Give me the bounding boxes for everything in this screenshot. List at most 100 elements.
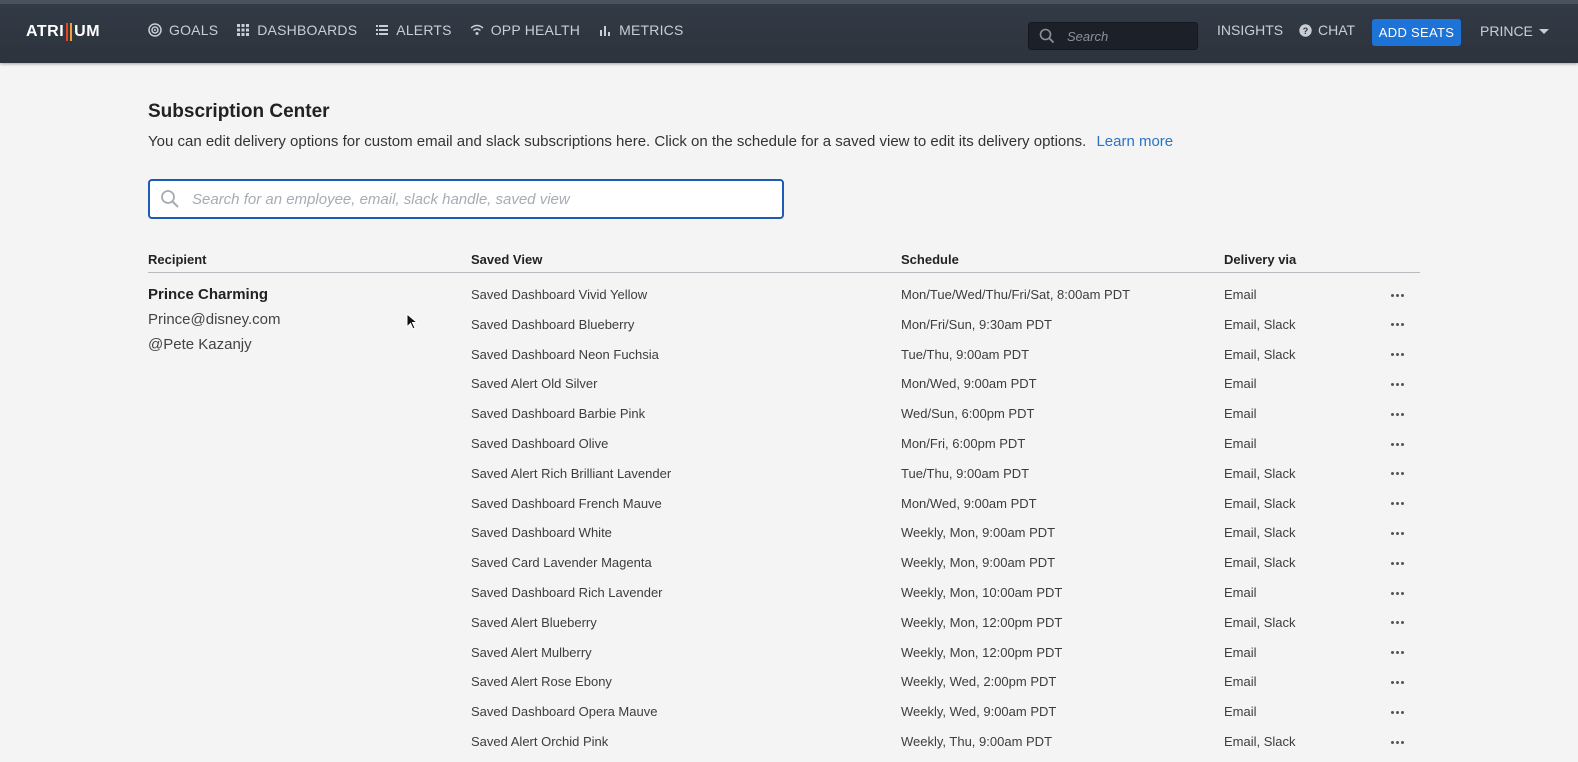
- saved-view-name: Saved Dashboard French Mauve: [471, 495, 662, 511]
- svg-text:?: ?: [1303, 26, 1309, 36]
- nav-dashboards[interactable]: DASHBOARDS: [236, 22, 357, 38]
- more-options-icon[interactable]: [1389, 408, 1405, 420]
- help-circle-icon: ?: [1299, 23, 1312, 37]
- table-row: Saved Dashboard Neon Fuchsia Tue/Thu, 9:0…: [0, 340, 1578, 370]
- schedule-link[interactable]: Mon/Wed, 9:00am PDT: [901, 496, 1037, 511]
- delivery-channels: Email: [1224, 406, 1257, 422]
- logo-text-right: UM: [74, 23, 101, 40]
- table-row: Saved Dashboard Vivid Yellow Mon/Tue/Wed/…: [0, 280, 1578, 310]
- nav-chat-label: CHAT: [1318, 22, 1356, 38]
- nav-metrics[interactable]: METRICS: [598, 22, 683, 38]
- delivery-channels: Email: [1224, 436, 1257, 451]
- saved-view-name: Saved Dashboard Olive: [471, 436, 609, 451]
- more-options-icon[interactable]: [1389, 289, 1405, 301]
- global-search[interactable]: [1028, 22, 1198, 50]
- saved-view-name: Saved Dashboard Blueberry: [471, 316, 635, 332]
- nav-goals-label: GOALS: [169, 22, 219, 38]
- bar-chart-icon: [600, 26, 611, 36]
- more-options-icon[interactable]: [1389, 498, 1405, 510]
- nav-dashboards-label: DASHBOARDS: [257, 22, 358, 38]
- more-options-icon[interactable]: [1389, 706, 1405, 718]
- table-row: Saved Dashboard Barbie Pink Wed/Sun, 6:00…: [0, 399, 1578, 429]
- top-navbar: ATRI UM GOALS DASHBOARDS ALERTS OPP HEAL…: [0, 0, 1578, 63]
- delivery-channels: Email, Slack: [1224, 495, 1296, 511]
- subscription-search-input[interactable]: [190, 189, 750, 209]
- saved-view-name: Saved Dashboard White: [471, 525, 612, 541]
- schedule-link[interactable]: Mon/Tue/Wed/Thu/Fri/Sat, 8:00am PDT: [901, 287, 1130, 302]
- search-icon: [1039, 28, 1055, 44]
- delivery-channels: Email, Slack: [1224, 346, 1296, 362]
- more-options-icon[interactable]: [1389, 349, 1405, 361]
- nav-alerts[interactable]: ALERTS: [375, 22, 452, 38]
- atrium-logo[interactable]: ATRI UM: [26, 23, 100, 41]
- saved-view-name: Saved Alert Old Silver: [471, 376, 598, 392]
- more-options-icon[interactable]: [1389, 587, 1405, 599]
- nav-opp-health-label: OPP HEALTH: [490, 22, 581, 38]
- table-row: Saved Dashboard Rich Lavender Weekly, Mon…: [0, 578, 1578, 608]
- schedule-link[interactable]: Wed/Sun, 6:00pm PDT: [901, 406, 1034, 421]
- schedule-link[interactable]: Mon/Wed, 9:00am PDT: [901, 376, 1037, 391]
- schedule-link[interactable]: Weekly, Mon, 12:00pm PDT: [901, 615, 1062, 630]
- schedule-link[interactable]: Mon/Fri, 6:00pm PDT: [901, 436, 1025, 451]
- search-icon: [161, 190, 179, 208]
- schedule-link[interactable]: Weekly, Mon, 9:00am PDT: [901, 525, 1055, 540]
- nav-alerts-label: ALERTS: [396, 22, 452, 38]
- schedule-link[interactable]: Mon/Fri/Sun, 9:30am PDT: [901, 317, 1052, 332]
- schedule-link[interactable]: Tue/Thu, 9:00am PDT: [901, 347, 1029, 362]
- schedule-link[interactable]: Weekly, Thu, 9:00am PDT: [901, 734, 1052, 749]
- logo-text-left: ATRI: [26, 23, 65, 40]
- more-options-icon[interactable]: [1389, 676, 1405, 688]
- subtitle-text: You can edit delivery options for custom…: [148, 133, 1087, 150]
- add-seats-button[interactable]: ADD SEATS: [1372, 19, 1461, 46]
- header-schedule: Schedule: [901, 252, 959, 267]
- schedule-link[interactable]: Weekly, Mon, 12:00pm PDT: [901, 645, 1062, 660]
- schedule-link[interactable]: Weekly, Mon, 10:00am PDT: [901, 585, 1062, 600]
- more-options-icon[interactable]: [1389, 527, 1405, 539]
- page-title: Subscription Center: [148, 101, 330, 122]
- saved-view-name: Saved Dashboard Neon Fuchsia: [471, 346, 659, 362]
- nav-insights[interactable]: INSIGHTS: [1217, 22, 1283, 38]
- more-options-icon[interactable]: [1389, 617, 1405, 629]
- table-row: Saved Dashboard Olive Mon/Fri, 6:00pm PDT…: [0, 429, 1578, 459]
- table-row: Saved Alert Old Silver Mon/Wed, 9:00am PD…: [0, 369, 1578, 399]
- delivery-channels: Email, Slack: [1224, 465, 1296, 481]
- table-row: Saved Alert Orchid Pink Weekly, Thu, 9:00…: [0, 727, 1578, 757]
- delivery-channels: Email: [1224, 585, 1257, 600]
- nav-goals[interactable]: GOALS: [148, 22, 218, 38]
- delivery-channels: Email, Slack: [1224, 555, 1296, 571]
- schedule-link[interactable]: Weekly, Wed, 2:00pm PDT: [901, 674, 1056, 689]
- global-search-input[interactable]: [1065, 27, 1175, 45]
- more-options-icon[interactable]: [1389, 557, 1405, 569]
- more-options-icon[interactable]: [1389, 319, 1405, 331]
- table-row: Saved Dashboard Opera Mauve Weekly, Wed, …: [0, 697, 1578, 727]
- main-nav: GOALS DASHBOARDS ALERTS OPP HEALTH METRI…: [148, 22, 684, 38]
- table-row: Saved Alert Mulberry Weekly, Mon, 12:00pm…: [0, 638, 1578, 668]
- more-options-icon[interactable]: [1389, 647, 1405, 659]
- saved-view-name: Saved Card Lavender Magenta: [471, 555, 652, 571]
- nav-opp-health[interactable]: OPP HEALTH: [470, 22, 580, 38]
- schedule-link[interactable]: Tue/Thu, 9:00am PDT: [901, 466, 1029, 481]
- more-options-icon[interactable]: [1389, 378, 1405, 390]
- schedule-link[interactable]: Weekly, Wed, 9:00am PDT: [901, 704, 1056, 719]
- delivery-channels: Email, Slack: [1224, 316, 1296, 332]
- more-options-icon[interactable]: [1389, 468, 1405, 480]
- page-subtitle: You can edit delivery options for custom…: [148, 133, 1173, 150]
- table-header: Recipient Saved View Schedule Delivery v…: [148, 250, 1420, 273]
- nav-chat[interactable]: ? CHAT: [1299, 22, 1355, 38]
- subscription-search[interactable]: [148, 179, 784, 219]
- table-row: Saved Alert Rose Ebony Weekly, Wed, 2:00p…: [0, 667, 1578, 697]
- user-name: PRINCE: [1480, 23, 1533, 39]
- target-icon: [148, 23, 162, 37]
- more-options-icon[interactable]: [1389, 736, 1405, 748]
- header-delivery: Delivery via: [1224, 252, 1297, 267]
- table-row: Saved Dashboard Blueberry Mon/Fri/Sun, 9:…: [0, 310, 1578, 340]
- learn-more-link[interactable]: Learn more: [1096, 133, 1173, 150]
- saved-view-name: Saved Dashboard Barbie Pink: [471, 406, 646, 422]
- saved-view-name: Saved Alert Orchid Pink: [471, 734, 609, 749]
- more-options-icon[interactable]: [1389, 438, 1405, 450]
- saved-view-name: Saved Alert Rose Ebony: [471, 674, 612, 690]
- schedule-link[interactable]: Weekly, Mon, 9:00am PDT: [901, 555, 1055, 570]
- signal-icon: [470, 24, 484, 35]
- delivery-channels: Email, Slack: [1224, 734, 1296, 749]
- user-menu[interactable]: PRINCE: [1480, 23, 1549, 39]
